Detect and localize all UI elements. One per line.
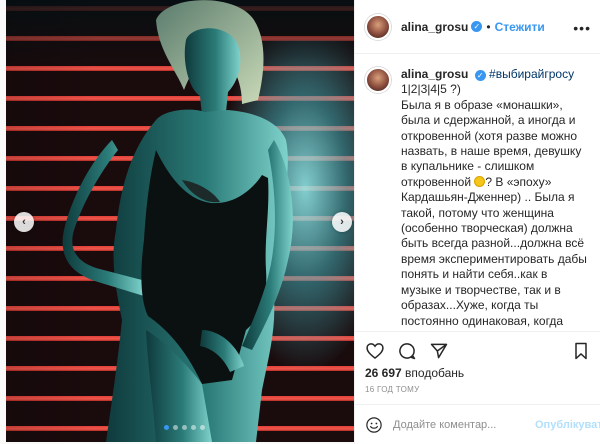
more-options-icon[interactable]: ••• — [573, 20, 591, 36]
caption-part-1: 1|2|3|4|5 ?) Была я в образе «монашки», … — [401, 82, 582, 189]
carousel-dot — [200, 425, 205, 430]
comment-input[interactable] — [393, 418, 535, 431]
avatar[interactable] — [365, 67, 391, 93]
verified-badge-icon: ✓ — [471, 21, 483, 32]
comment-button[interactable] — [397, 341, 417, 361]
publish-button[interactable]: Опублікувати — [535, 419, 600, 431]
likes-label: вподобань — [405, 366, 465, 380]
verified-badge-icon: ✓ — [474, 70, 486, 82]
like-button[interactable] — [365, 341, 385, 361]
avatar[interactable] — [365, 13, 391, 40]
carousel-dots — [164, 425, 205, 430]
caption-area[interactable]: alina_grosu ✓ #выбирайгросу 1|2|3|4|5 ?)… — [355, 55, 600, 331]
carousel-next-button[interactable]: › — [332, 212, 352, 232]
likes-count[interactable]: 26 697 вподобань — [365, 366, 464, 380]
carousel-dot — [173, 425, 178, 430]
carousel-dot — [164, 425, 169, 430]
post-side-panel: alina_grosu ✓ • Стежити ••• alina_grosu … — [354, 0, 600, 444]
post-header: alina_grosu ✓ • Стежити ••• — [355, 0, 600, 54]
carousel-prev-button[interactable]: ‹ — [14, 212, 34, 232]
caption-body: 1|2|3|4|5 ?) Была я в образе «монашки», … — [401, 82, 591, 331]
save-button[interactable] — [571, 341, 591, 361]
caption-text: alina_grosu ✓ #выбирайгросу 1|2|3|4|5 ?)… — [401, 67, 591, 331]
header-separator: • — [486, 19, 491, 34]
emoji-icon[interactable] — [365, 416, 383, 434]
woman-figure — [62, 0, 293, 442]
instagram-post-view: ‹ › alina_grosu ✓ • Стежити ••• alina_gr… — [0, 0, 600, 444]
carousel-dot — [191, 425, 196, 430]
caption-username[interactable]: alina_grosu — [401, 67, 468, 81]
comment-icon — [399, 342, 416, 359]
heart-icon — [366, 342, 384, 359]
share-icon — [430, 343, 448, 358]
caption-hashtag[interactable]: #выбирайгросу — [489, 67, 574, 81]
likes-number: 26 697 — [365, 366, 402, 380]
post-timestamp[interactable]: 16 ГОД ТОМУ — [365, 385, 420, 394]
caption-part-2: ? В «эпоху» Кардашьян-Дженнер) .. Была я… — [401, 174, 588, 331]
action-bar — [355, 331, 600, 369]
follow-button[interactable]: Стежити — [495, 20, 545, 34]
carousel-dot — [182, 425, 187, 430]
comment-bar: Опублікувати — [355, 404, 600, 444]
header-username[interactable]: alina_grosu — [401, 20, 468, 34]
share-button[interactable] — [429, 341, 449, 361]
post-photo[interactable]: ‹ › — [6, 0, 354, 442]
smile-emoji-icon — [474, 175, 486, 187]
bookmark-icon — [575, 342, 587, 359]
